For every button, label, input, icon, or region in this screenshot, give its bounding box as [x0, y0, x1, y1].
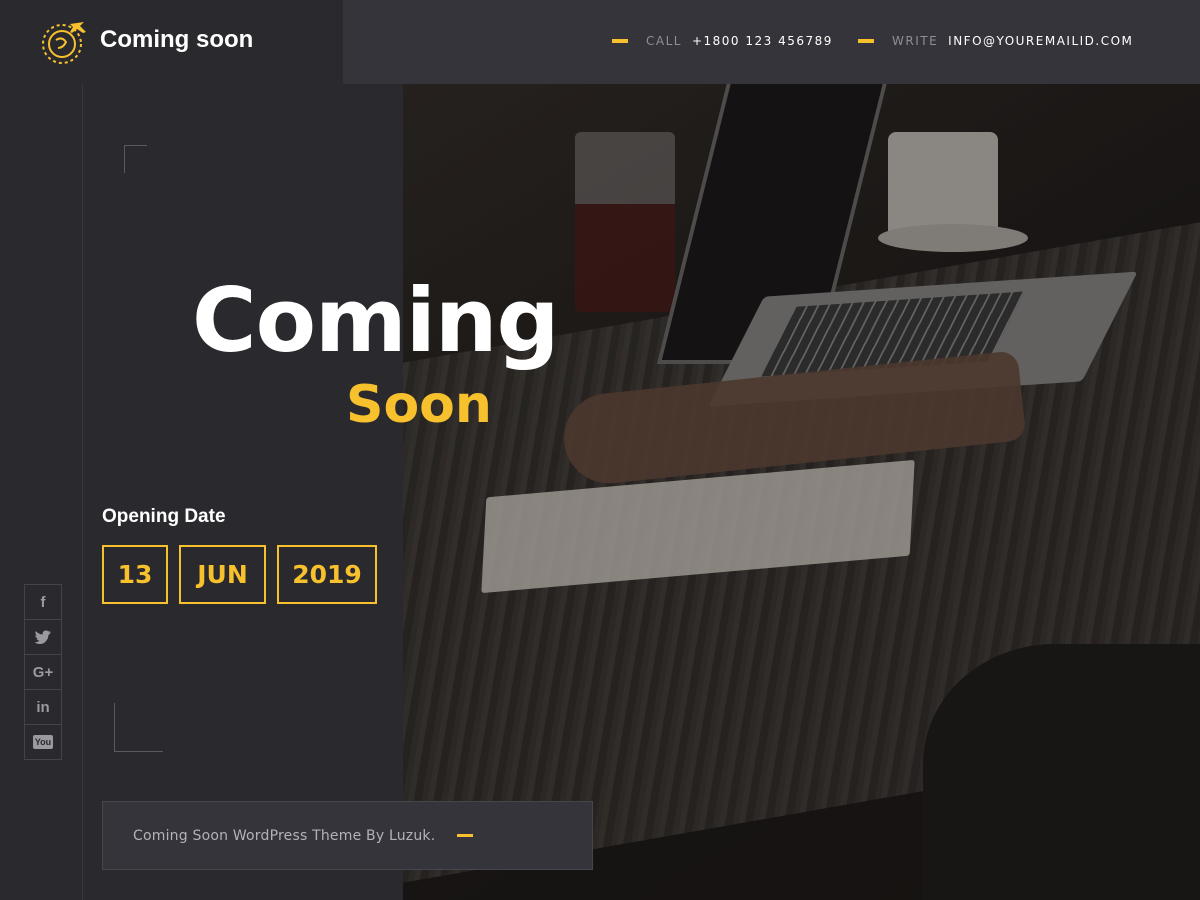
- hero-title: Coming: [192, 269, 560, 372]
- accent-dash: [612, 39, 628, 43]
- opening-month: JUN: [179, 545, 266, 604]
- corner-decoration-bottom: [114, 703, 163, 752]
- facebook-icon[interactable]: f: [24, 584, 62, 620]
- twitter-icon[interactable]: [24, 619, 62, 655]
- contact-write: WRITE INFO@YOUREMAILID.COM: [858, 34, 1133, 48]
- opening-day: 13: [102, 545, 168, 604]
- google-plus-icon[interactable]: G+: [24, 654, 62, 690]
- phone-number[interactable]: +1800 123 456789: [692, 34, 833, 48]
- footer-text[interactable]: Coming Soon WordPress Theme By Luzuk.: [133, 828, 435, 844]
- call-label: CALL: [646, 34, 682, 48]
- site-title[interactable]: Coming soon: [100, 26, 253, 54]
- accent-dash: [858, 39, 874, 43]
- content-panel: [83, 84, 403, 900]
- social-links: f G+ in You: [24, 584, 62, 760]
- email-address[interactable]: INFO@YOUREMAILID.COM: [948, 34, 1133, 48]
- youtube-icon[interactable]: You: [24, 724, 62, 760]
- globe-plane-icon[interactable]: [40, 18, 88, 66]
- rail-divider: [82, 84, 83, 900]
- hero-background-photo: [403, 84, 1200, 900]
- hero-subtitle: Soon: [346, 375, 492, 435]
- linkedin-icon[interactable]: in: [24, 689, 62, 725]
- corner-decoration-top: [124, 145, 147, 173]
- write-label: WRITE: [892, 34, 939, 48]
- contact-call: CALL +1800 123 456789: [612, 34, 833, 48]
- opening-date-label: Opening Date: [102, 506, 226, 527]
- footer-credit: Coming Soon WordPress Theme By Luzuk.: [102, 801, 593, 870]
- opening-year: 2019: [277, 545, 377, 604]
- accent-dash: [457, 834, 474, 837]
